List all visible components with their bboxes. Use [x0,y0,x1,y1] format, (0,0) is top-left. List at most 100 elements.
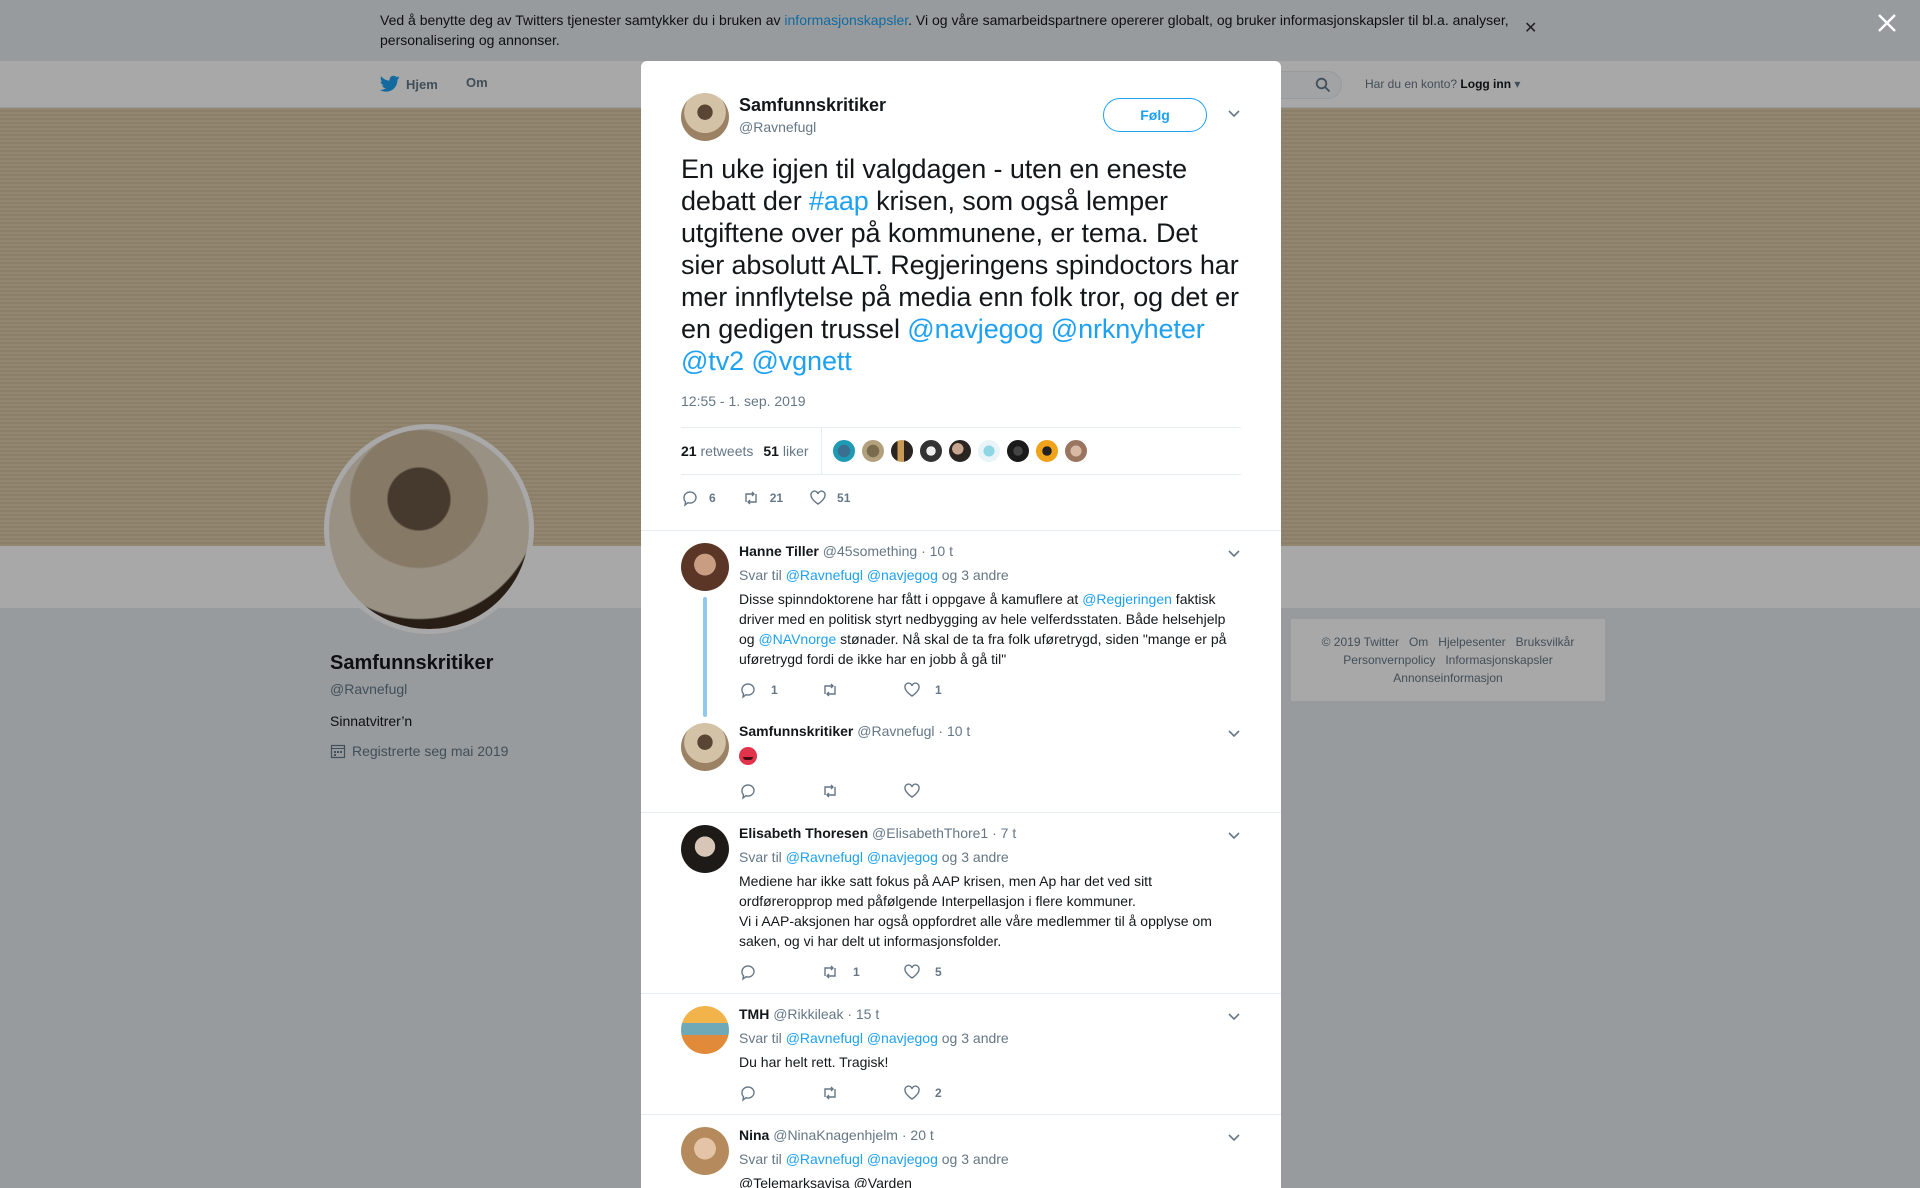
reply-header: TMH @Rikkileak · 15 t [739,1004,1241,1024]
reply-button[interactable] [739,1084,821,1102]
retweet-button[interactable]: 1 [821,963,903,981]
reply-time[interactable]: · 10 t [938,723,970,739]
close-icon[interactable] [1876,12,1898,34]
reply-to-links[interactable]: @Ravnefugl @navjegog [786,567,938,583]
chevron-down-icon[interactable] [1227,1009,1241,1023]
reply-icon [683,491,697,507]
reply-to-links[interactable]: @Ravnefugl @navjegog [786,1030,938,1046]
reply-tweet[interactable]: Elisabeth Thoresen @ElisabethThore1 · 7 … [641,813,1281,994]
reply-text: Du har helt rett. Tragisk! [739,1054,889,1070]
liker-avatars [831,439,1088,463]
reply-icon [741,683,755,699]
reply-author-handle[interactable]: @Rikkileak [773,1006,843,1022]
reply-author-handle[interactable]: @Ravnefugl [857,723,934,739]
reply-author-name[interactable]: Samfunnskritiker [739,723,853,739]
reply-time[interactable]: · 15 t [847,1006,879,1022]
chevron-down-icon[interactable] [1227,1130,1241,1144]
mention-link[interactable]: @Regjeringen [1082,591,1172,607]
avatar[interactable] [1005,439,1030,463]
reply-count: 6 [709,491,716,505]
like-count: 5 [935,965,942,979]
reply-to-suffix[interactable]: og 3 andre [942,849,1009,865]
reply-author-name[interactable]: Elisabeth Thoresen [739,825,868,841]
chevron-down-icon[interactable] [1227,106,1241,120]
reply-tweet[interactable]: Nina @NinaKnagenhjelm · 20 t Svar til @R… [641,1115,1281,1188]
likes-count: 51 [763,443,779,459]
reply-text [739,745,1241,770]
avatar[interactable] [976,439,1001,463]
reply-tweet[interactable]: TMH @Rikkileak · 15 t Svar til @Ravnefug… [641,994,1281,1115]
avatar[interactable] [831,439,856,463]
reply-to-prefix: Svar til [739,849,782,865]
reply-tweet[interactable]: Samfunnskritiker @Ravnefugl · 10 t [641,711,1281,813]
avatar[interactable] [918,439,943,463]
retweet-button[interactable] [821,782,903,800]
avatar[interactable] [860,439,885,463]
reply-author-handle[interactable]: @45something [823,543,917,559]
reply-button[interactable]: 1 [739,681,821,699]
avatar[interactable] [681,723,729,771]
retweet-button[interactable] [821,1084,903,1102]
reply-to-links[interactable]: @Ravnefugl @navjegog [786,849,938,865]
avatar[interactable] [889,439,914,463]
reply-author-name[interactable]: TMH [739,1006,769,1022]
reply-author-name[interactable]: Hanne Tiller [739,543,819,559]
retweets-count: 21 [681,443,697,459]
avatar[interactable] [681,1006,729,1054]
reply-author-name[interactable]: Nina [739,1127,769,1143]
like-button[interactable]: 2 [903,1084,985,1102]
reply-time[interactable]: · 7 t [992,825,1016,841]
reply-button[interactable] [739,782,821,800]
retweet-count: 1 [853,965,860,979]
tweet-timestamp[interactable]: 12:55 - 1. sep. 2019 [681,393,1241,409]
reply-author-handle[interactable]: @NinaKnagenhjelm [773,1127,898,1143]
reply-to: Svar til @Ravnefugl @navjegog og 3 andre [739,847,1241,867]
mention-link[interactable]: @NAVnorge [758,631,836,647]
likes-stat[interactable]: 51 liker [763,443,808,459]
mention-links[interactable]: @Telemarksavisa @Varden [739,1173,1241,1188]
avatar[interactable] [947,439,972,463]
stats-divider [820,428,822,474]
reply-tweet[interactable]: Hanne Tiller @45something · 10 t Svar ti… [641,531,1281,717]
reply-to-suffix[interactable]: og 3 andre [942,1151,1009,1167]
like-count: 2 [935,1086,942,1100]
tweet-text: En uke igjen til valgdagen - uten en ene… [681,153,1241,377]
retweet-icon [824,965,836,979]
hashtag-link[interactable]: #aap [809,186,869,216]
avatar[interactable] [681,1127,729,1175]
reply-author-handle[interactable]: @ElisabethThore1 [872,825,988,841]
chevron-down-icon[interactable] [1227,726,1241,740]
reply-time[interactable]: · 10 t [921,543,953,559]
tweet-author-name[interactable]: Samfunnskritiker [739,95,886,116]
avatar[interactable] [681,93,729,141]
retweet-button[interactable]: 21 [742,489,783,507]
reply-button[interactable]: 6 [681,489,716,507]
reply-to: Svar til @Ravnefugl @navjegog og 3 andre [739,1149,1241,1169]
reply-actions: 2 [739,1072,1241,1114]
like-button[interactable] [903,782,985,800]
reply-icon [741,1086,755,1102]
reply-time[interactable]: · 20 t [902,1127,934,1143]
avatar[interactable] [681,543,729,591]
like-button[interactable]: 51 [809,489,850,507]
retweet-count: 21 [769,491,784,505]
reply-button[interactable] [739,963,821,981]
reply-text-line: Vi i AAP-aksjonen har også oppfordret al… [739,913,1212,949]
reply-to-suffix[interactable]: og 3 andre [942,1030,1009,1046]
chevron-down-icon[interactable] [1227,546,1241,560]
retweet-button[interactable] [821,681,903,699]
like-button[interactable]: 1 [903,681,985,699]
reply-to-prefix: Svar til [739,567,782,583]
tweet-author-handle[interactable]: @Ravnefugl [739,119,816,135]
avatar[interactable] [1063,439,1088,463]
reply-to-links[interactable]: @Ravnefugl @navjegog [786,1151,938,1167]
follow-button[interactable]: Følg [1103,98,1207,132]
avatar[interactable] [1034,439,1059,463]
retweets-stat[interactable]: 21 retweets [681,443,753,459]
reply-to-suffix[interactable]: og 3 andre [942,567,1009,583]
avatar[interactable] [681,825,729,873]
chevron-down-icon[interactable] [1227,828,1241,842]
heart-icon [810,490,826,505]
like-button[interactable]: 5 [903,963,985,981]
thread-line [703,597,707,717]
